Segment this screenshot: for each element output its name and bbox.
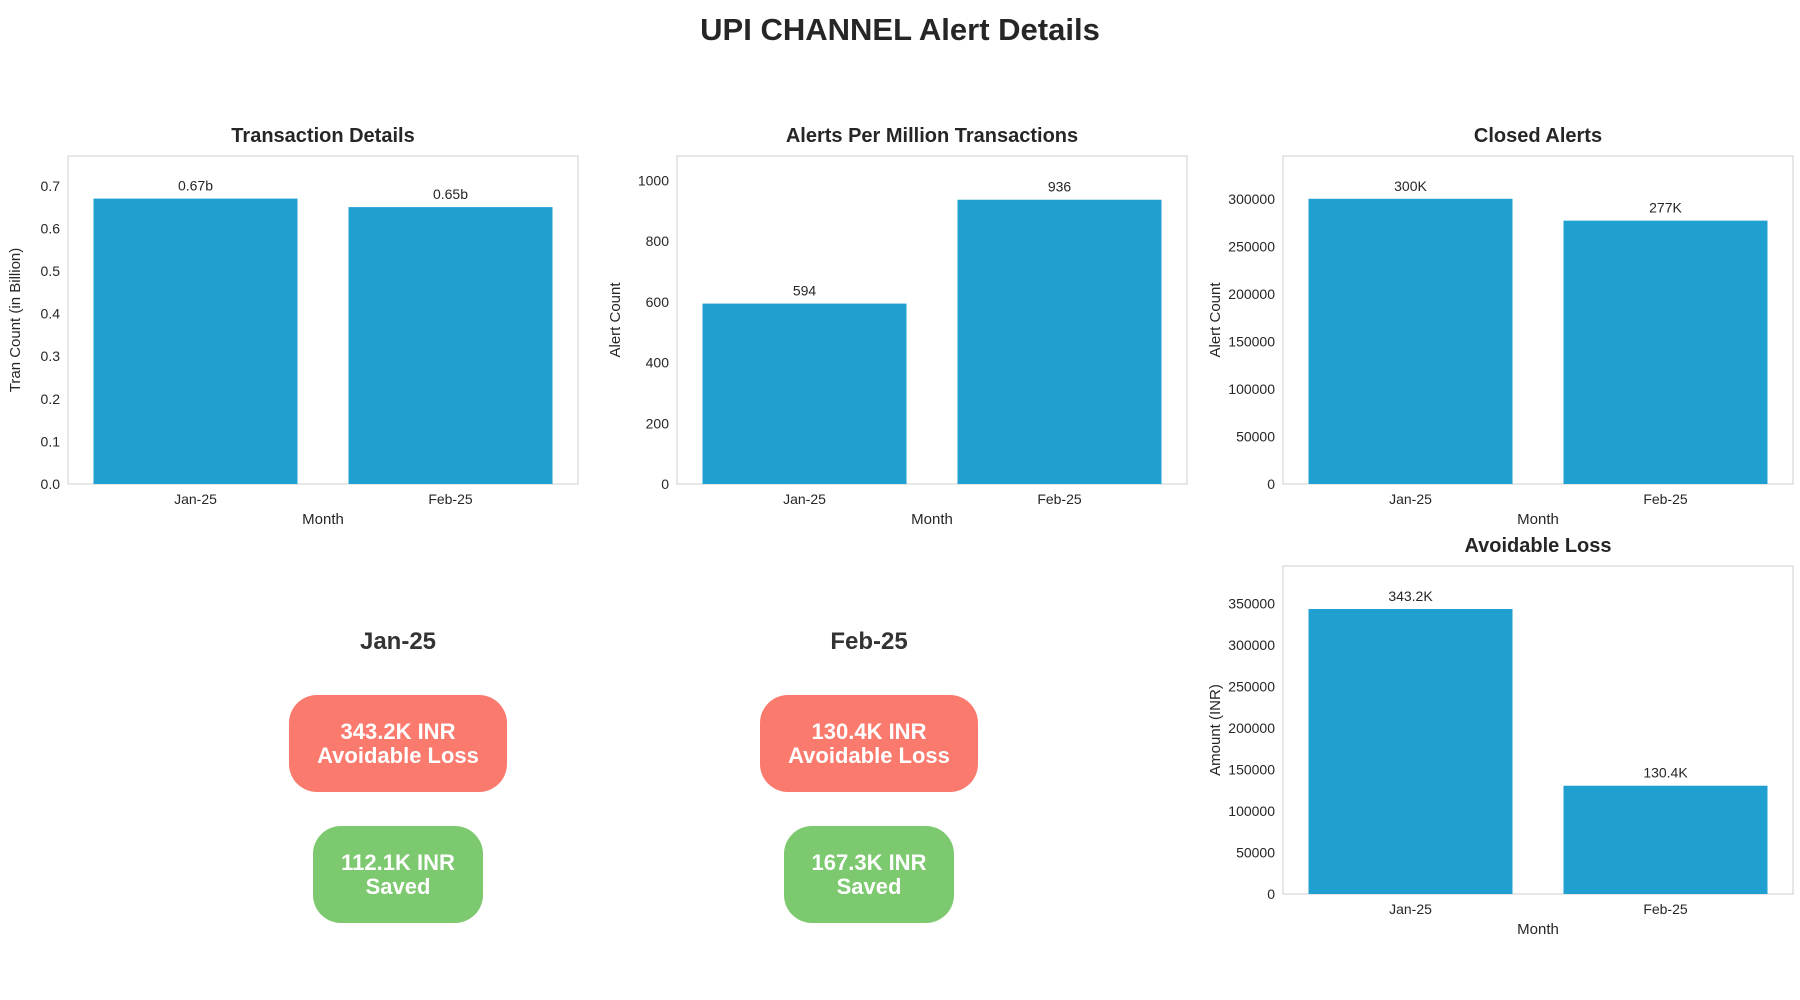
x-tick-label: Jan-25 — [783, 491, 826, 507]
x-tick-label: Feb-25 — [1037, 491, 1082, 507]
chart-title: Alerts Per Million Transactions — [786, 125, 1078, 147]
chart-transaction-details: Transaction Details 0.0 0.1 0.2 0.3 0.4 0.5 0.6… — [7, 125, 579, 528]
chart-avoidable-loss: Avoidable Loss 0 50000 100000 150000 200000 25… — [1207, 535, 1794, 938]
x-tick-label: Jan-25 — [174, 491, 217, 507]
chart-title: Avoidable Loss — [1464, 535, 1611, 557]
y-tick-label: 200000 — [1228, 720, 1275, 736]
bar — [1563, 785, 1768, 894]
y-axis-label: Tran Count (in Billion) — [7, 248, 24, 393]
bar — [1308, 198, 1513, 485]
loss-value: 343.2K INR — [340, 718, 456, 744]
x-tick-label: Feb-25 — [428, 491, 473, 507]
y-tick-label: 50000 — [1236, 844, 1275, 860]
y-tick-label: 0 — [1267, 476, 1275, 492]
bar — [702, 303, 907, 484]
x-tick-label: Feb-25 — [1643, 491, 1688, 507]
summary-month-title: Jan-25 — [359, 628, 437, 655]
y-axis-label: Alert Count — [1207, 282, 1224, 358]
chart-closed-alerts: Closed Alerts 0 50000 100000 150000 200000 250… — [1207, 125, 1794, 528]
y-tick-label: 1000 — [638, 172, 669, 188]
data-label: 277K — [1649, 200, 1682, 216]
x-tick-label: Jan-25 — [1389, 491, 1432, 507]
chart-title: Transaction Details — [231, 125, 414, 147]
summary-month-title: Feb-25 — [830, 628, 908, 655]
y-tick-label: 250000 — [1228, 238, 1275, 254]
x-axis-label: Month — [1517, 921, 1559, 938]
y-tick-label: 800 — [646, 233, 670, 249]
y-tick-label: 400 — [646, 355, 670, 371]
bar — [1308, 609, 1513, 894]
data-label: 0.65b — [433, 186, 468, 202]
y-tick-label: 250000 — [1228, 678, 1275, 694]
data-label: 130.4K — [1643, 765, 1688, 781]
saved-card: 167.3K INR Saved — [784, 826, 954, 923]
bar — [93, 198, 298, 484]
saved-card: 112.1K INR Saved — [313, 826, 483, 923]
data-label: 936 — [1048, 179, 1072, 195]
saved-label: Saved — [836, 873, 902, 899]
data-label: 343.2K — [1388, 588, 1433, 604]
loss-value: 130.4K INR — [811, 718, 927, 744]
y-tick-label: 150000 — [1228, 333, 1275, 349]
y-tick-label: 0 — [1267, 886, 1275, 902]
y-tick-label: 0.7 — [41, 178, 61, 194]
saved-label: Saved — [365, 873, 431, 899]
y-tick-label: 100000 — [1228, 803, 1275, 819]
y-tick-label: 0.1 — [41, 433, 61, 449]
x-tick-label: Feb-25 — [1643, 901, 1688, 917]
chart-alerts-per-million: Alerts Per Million Transactions 0 200 400 60… — [607, 125, 1188, 528]
y-tick-label: 0.4 — [41, 306, 61, 322]
avoidable-loss-card: 130.4K INR Avoidable Loss — [760, 695, 978, 792]
loss-label: Avoidable Loss — [317, 742, 479, 768]
y-tick-label: 0.0 — [41, 476, 61, 492]
y-tick-label: 0 — [661, 476, 669, 492]
y-tick-label: 350000 — [1228, 595, 1275, 611]
bar — [348, 207, 553, 484]
saved-value: 112.1K INR — [341, 849, 455, 875]
x-axis-label: Month — [302, 511, 344, 528]
y-axis-label: Alert Count — [607, 282, 624, 358]
y-axis-label: Amount (INR) — [1207, 684, 1224, 776]
y-tick-label: 150000 — [1228, 761, 1275, 777]
data-label: 594 — [793, 283, 817, 299]
y-tick-label: 0.6 — [41, 220, 61, 236]
bar — [957, 199, 1162, 484]
saved-value: 167.3K INR — [811, 849, 927, 875]
y-tick-label: 50000 — [1236, 428, 1275, 444]
y-tick-label: 300000 — [1228, 637, 1275, 653]
x-axis-label: Month — [1517, 511, 1559, 528]
y-tick-label: 0.3 — [41, 348, 61, 364]
x-axis-label: Month — [911, 511, 953, 528]
loss-label: Avoidable Loss — [788, 742, 950, 768]
y-tick-label: 0.2 — [41, 391, 61, 407]
bar — [1563, 220, 1768, 484]
y-tick-label: 100000 — [1228, 381, 1275, 397]
x-tick-label: Jan-25 — [1389, 901, 1432, 917]
avoidable-loss-card: 343.2K INR Avoidable Loss — [289, 695, 507, 792]
data-label: 0.67b — [178, 178, 213, 194]
y-tick-label: 600 — [646, 294, 670, 310]
y-tick-label: 300000 — [1228, 191, 1275, 207]
y-tick-label: 200000 — [1228, 286, 1275, 302]
page-title: UPI CHANNEL Alert Details — [700, 12, 1100, 47]
chart-title: Closed Alerts — [1474, 125, 1602, 147]
data-label: 300K — [1394, 178, 1427, 194]
y-tick-label: 0.5 — [41, 263, 61, 279]
y-tick-label: 200 — [646, 415, 670, 431]
